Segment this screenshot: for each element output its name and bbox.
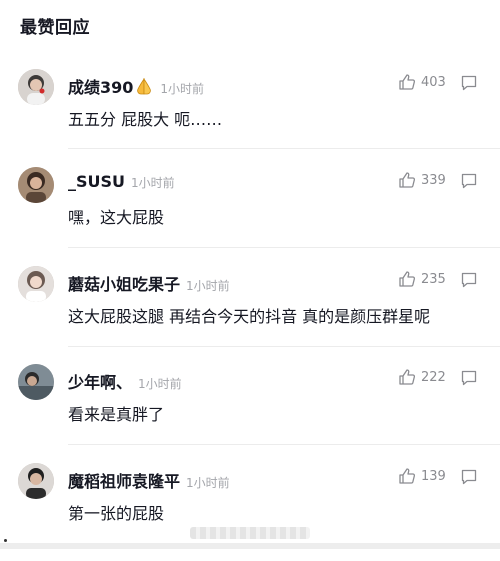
comment-item: _SUSU 1小时前 嘿，这大屁股 339 [0, 167, 500, 265]
username-text[interactable]: 魔稻祖师袁隆平 [68, 472, 180, 491]
username-text[interactable]: 少年啊、 [68, 373, 132, 392]
thumbs-up-icon[interactable] [398, 73, 416, 91]
avatar[interactable] [18, 364, 54, 400]
username[interactable]: 蘑菇小姐吃果子 1小时前 [68, 271, 230, 295]
comment-bubble-icon[interactable] [460, 271, 478, 289]
comment-time: 1小时前 [186, 279, 230, 293]
divider [68, 247, 500, 248]
section-title: 最赞回应 [20, 18, 90, 38]
username-text[interactable]: 成绩390 [68, 78, 133, 97]
bottom-bar [0, 543, 500, 549]
comment-text: 五五分 屁股大 呃…… [68, 110, 223, 129]
comment-text: 这大屁股这腿 再结合今天的抖音 真的是颜压群星呢 [68, 307, 431, 326]
comment-text: 嘿，这大屁股 [68, 208, 165, 227]
thumbs-up-icon[interactable] [398, 171, 416, 189]
comment-time: 1小时前 [186, 476, 230, 490]
comment-text: 第一张的屁股 [68, 504, 165, 523]
like-count: 222 [421, 370, 446, 385]
avatar[interactable] [18, 167, 54, 203]
like-count: 339 [421, 173, 446, 188]
username[interactable]: _SUSU 1小时前 [68, 172, 175, 191]
comment-time: 1小时前 [131, 176, 175, 190]
divider [68, 346, 500, 347]
comment-time: 1小时前 [160, 82, 205, 96]
thumbs-up-icon[interactable] [398, 467, 416, 485]
comment-bubble-icon[interactable] [460, 172, 478, 190]
like-count: 403 [421, 75, 446, 90]
username[interactable]: 成绩390 1小时前 [68, 74, 204, 98]
comment-bubble-icon[interactable] [460, 468, 478, 486]
thumbs-up-icon[interactable] [398, 270, 416, 288]
comment-text: 看来是真胖了 [68, 405, 165, 424]
avatar[interactable] [18, 463, 54, 499]
username[interactable]: 少年啊、 1小时前 [68, 369, 182, 393]
comment-item: 成绩390 1小时前 五五分 屁股大 呃…… 403 [0, 69, 500, 167]
like-count: 139 [421, 469, 446, 484]
thumbs-up-icon[interactable] [398, 368, 416, 386]
username[interactable]: 魔稻祖师袁隆平 1小时前 [68, 468, 230, 492]
bullet-dot [4, 539, 7, 542]
like-count: 235 [421, 272, 446, 287]
comment-bubble-icon[interactable] [460, 369, 478, 387]
folded-hands-emoji-icon [134, 77, 154, 96]
avatar[interactable] [18, 266, 54, 302]
username-text[interactable]: _SUSU [68, 172, 125, 191]
comment-item: 蘑菇小姐吃果子 1小时前 这大屁股这腿 再结合今天的抖音 真的是颜压群星呢 235 [0, 266, 500, 364]
comment-time: 1小时前 [138, 377, 182, 391]
username-text[interactable]: 蘑菇小姐吃果子 [68, 275, 180, 294]
comment-bubble-icon[interactable] [460, 74, 478, 92]
watermark [190, 527, 310, 539]
avatar[interactable] [18, 69, 54, 105]
comment-item: 少年啊、 1小时前 看来是真胖了 222 [0, 364, 500, 462]
divider [68, 444, 500, 445]
divider [68, 148, 500, 149]
